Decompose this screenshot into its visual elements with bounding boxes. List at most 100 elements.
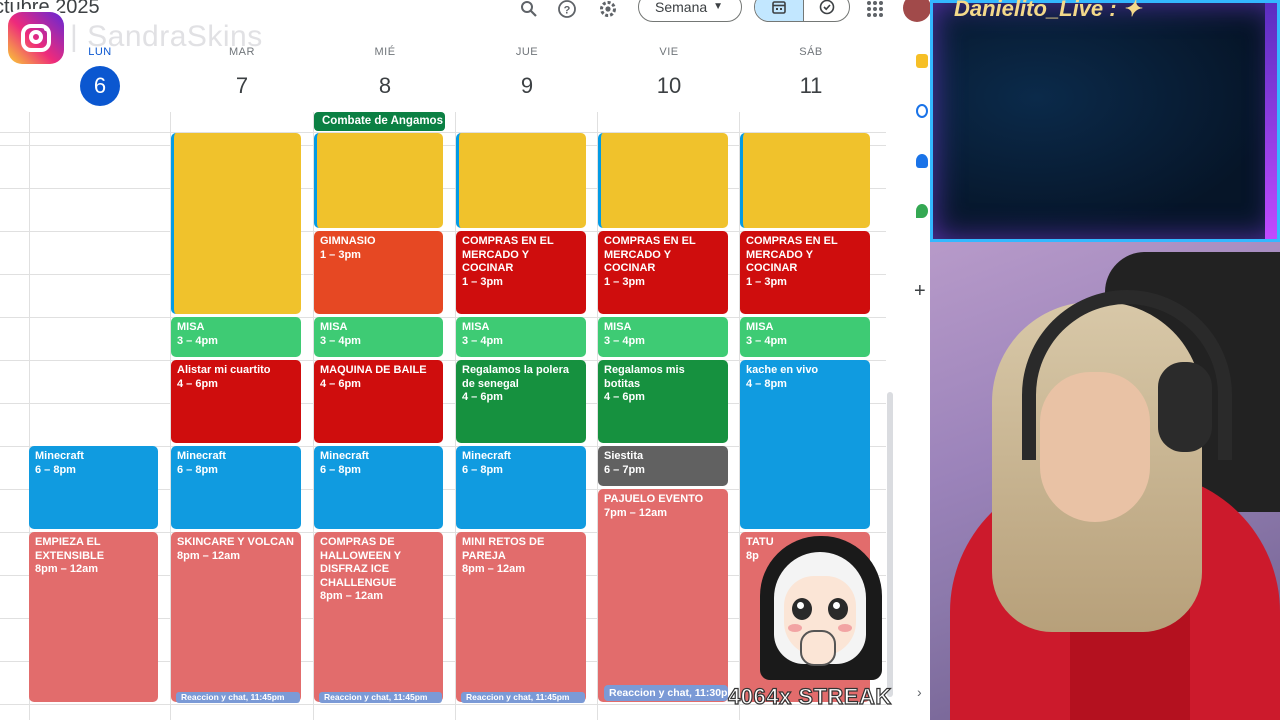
contacts-icon[interactable] (916, 154, 928, 168)
event-time: 8pm – 12am (177, 549, 240, 562)
event-time: 6 – 7pm (604, 463, 645, 476)
event-block[interactable] (456, 133, 586, 228)
event-title: Regalamos la polera de senegal (462, 364, 569, 390)
event-time: 8pm – 12am (320, 590, 383, 602)
event-block[interactable] (171, 133, 301, 314)
day-name: SÁB (799, 46, 823, 58)
event-reaccion-chat[interactable]: Reaccion y chat, 11:45pm (461, 692, 585, 703)
event-title: MINI RETOS DE PAREJA (462, 536, 545, 562)
event-minecraft[interactable]: Minecraft 6 – 8pm (314, 446, 443, 529)
nun-emote-sticker (752, 530, 888, 680)
event-siestita[interactable]: Siestita 6 – 7pm (598, 446, 728, 486)
event-gimnasio[interactable]: GIMNASIO 1 – 3pm (314, 231, 443, 314)
event-reaccion-chat[interactable]: Reaccion y chat, 11:45pm (319, 692, 442, 703)
event-alistar-cuartito[interactable]: Alistar mi cuartito 4 – 6pm (171, 360, 301, 443)
maps-icon[interactable] (916, 204, 928, 218)
event-reaccion-chat[interactable]: Reaccion y chat, 11:30p (604, 685, 728, 701)
event-title: COMPRAS DE HALLOWEEN Y DISFRAZ ICE CHALL… (320, 536, 401, 589)
keep-icon[interactable] (916, 54, 928, 68)
day-name: VIE (659, 46, 679, 58)
event-misa[interactable]: MISA 3 – 4pm (314, 317, 443, 357)
event-title: Minecraft (177, 450, 226, 462)
event-time: 6 – 8pm (35, 463, 76, 476)
event-time: 6 – 8pm (320, 463, 361, 476)
event-skincare-volcan[interactable]: SKINCARE Y VOLCAN 8pm – 12am (171, 532, 301, 702)
chevron-down-icon: ▼ (713, 1, 723, 12)
event-time: 7pm – 12am (604, 506, 667, 519)
event-misa[interactable]: MISA 3 – 4pm (456, 317, 586, 357)
event-block[interactable] (598, 133, 728, 228)
event-title: Alistar mi cuartito (177, 364, 271, 376)
event-title: MISA (604, 321, 632, 333)
event-time: 3 – 4pm (177, 334, 218, 347)
event-empieza-extensible[interactable]: EMPIEZA EL EXTENSIBLE 8pm – 12am (29, 532, 158, 702)
event-title: COMPRAS EN EL MERCADO Y COCINAR (462, 235, 554, 274)
event-compras-mercado[interactable]: COMPRAS EN EL MERCADO Y COCINAR 1 – 3pm (740, 231, 870, 314)
event-time: 4 – 6pm (320, 377, 361, 390)
event-title: Siestita (604, 450, 644, 462)
event-title: Regalamos mis botitas (604, 364, 685, 390)
event-minecraft[interactable]: Minecraft 6 – 8pm (29, 446, 158, 529)
add-addon-icon[interactable]: + (914, 280, 926, 303)
event-title: GIMNASIO (320, 235, 376, 247)
event-block[interactable] (740, 133, 870, 228)
apps-grid-icon[interactable] (866, 0, 884, 18)
event-title: MISA (746, 321, 774, 333)
event-misa[interactable]: MISA 3 – 4pm (171, 317, 301, 357)
day-number[interactable]: 8 (365, 66, 405, 106)
event-regalamos-polera[interactable]: Regalamos la polera de senegal 4 – 6pm (456, 360, 586, 443)
event-compras-mercado[interactable]: COMPRAS EN EL MERCADO Y COCINAR 1 – 3pm (598, 231, 728, 314)
day-name: MIÉ (374, 46, 396, 58)
svg-text:?: ? (564, 5, 571, 17)
day-name: JUE (515, 46, 539, 58)
event-maquina-baile[interactable]: MAQUINA DE BAILE 4 – 6pm (314, 360, 443, 443)
event-block[interactable] (314, 133, 443, 228)
event-title: Minecraft (35, 450, 84, 462)
day-header-mon: LUN 6 (29, 46, 171, 106)
stream-camera-frame (930, 0, 1280, 242)
event-time: 3 – 4pm (320, 334, 361, 347)
view-selector[interactable]: Semana ▼ (638, 0, 742, 22)
event-title: COMPRAS EN EL MERCADO Y COCINAR (604, 235, 696, 274)
event-title: MISA (320, 321, 348, 333)
event-time: 1 – 3pm (462, 275, 503, 288)
event-minecraft[interactable]: Minecraft 6 – 8pm (456, 446, 586, 529)
tasks-view-icon[interactable] (803, 0, 849, 21)
event-time: 4 – 6pm (604, 391, 645, 403)
day-header-tue: MAR 7 (171, 46, 313, 106)
event-misa[interactable]: MISA 3 – 4pm (598, 317, 728, 357)
event-mini-retos[interactable]: MINI RETOS DE PAREJA 8pm – 12am (456, 532, 586, 702)
event-regalamos-botitas[interactable]: Regalamos mis botitas 4 – 6pm (598, 360, 728, 443)
day-number[interactable]: 7 (222, 66, 262, 106)
avatar[interactable] (903, 0, 931, 22)
event-time: 1 – 3pm (604, 275, 645, 288)
search-icon[interactable] (518, 0, 540, 18)
event-title: MISA (177, 321, 205, 333)
event-time: 3 – 4pm (604, 334, 645, 347)
all-day-event[interactable]: Combate de Angamos (314, 112, 445, 131)
tasks-icon[interactable] (916, 104, 928, 118)
event-kache-en-vivo[interactable]: kache en vivo 4 – 8pm (740, 360, 870, 529)
day-header-wed: MIÉ 8 (314, 46, 456, 106)
event-time: 8pm – 12am (462, 563, 525, 575)
help-icon[interactable]: ? (556, 0, 578, 18)
event-pajuelo-evento[interactable]: PAJUELO EVENTO 7pm – 12am (598, 489, 728, 702)
event-title: Minecraft (462, 450, 511, 462)
event-misa[interactable]: MISA 3 – 4pm (740, 317, 870, 357)
day-name: LUN (88, 46, 112, 58)
event-reaccion-chat[interactable]: Reaccion y chat, 11:45pm (176, 692, 300, 703)
event-compras-halloween[interactable]: COMPRAS DE HALLOWEEN Y DISFRAZ ICE CHALL… (314, 532, 443, 702)
day-number[interactable]: 10 (649, 66, 689, 106)
event-time: 4 – 6pm (462, 391, 503, 403)
event-minecraft[interactable]: Minecraft 6 – 8pm (171, 446, 301, 529)
day-number[interactable]: 11 (791, 66, 831, 106)
chevron-right-icon[interactable]: › (917, 684, 922, 700)
settings-icon[interactable] (597, 0, 619, 18)
event-time: 3 – 4pm (746, 334, 787, 347)
day-number[interactable]: 9 (507, 66, 547, 106)
event-time: 8pm – 12am (35, 563, 98, 575)
event-compras-mercado[interactable]: COMPRAS EN EL MERCADO Y COCINAR 1 – 3pm (456, 231, 586, 314)
calendar-view-icon[interactable] (755, 0, 803, 21)
event-title: MAQUINA DE BAILE (320, 364, 427, 376)
day-number-today[interactable]: 6 (80, 66, 120, 106)
